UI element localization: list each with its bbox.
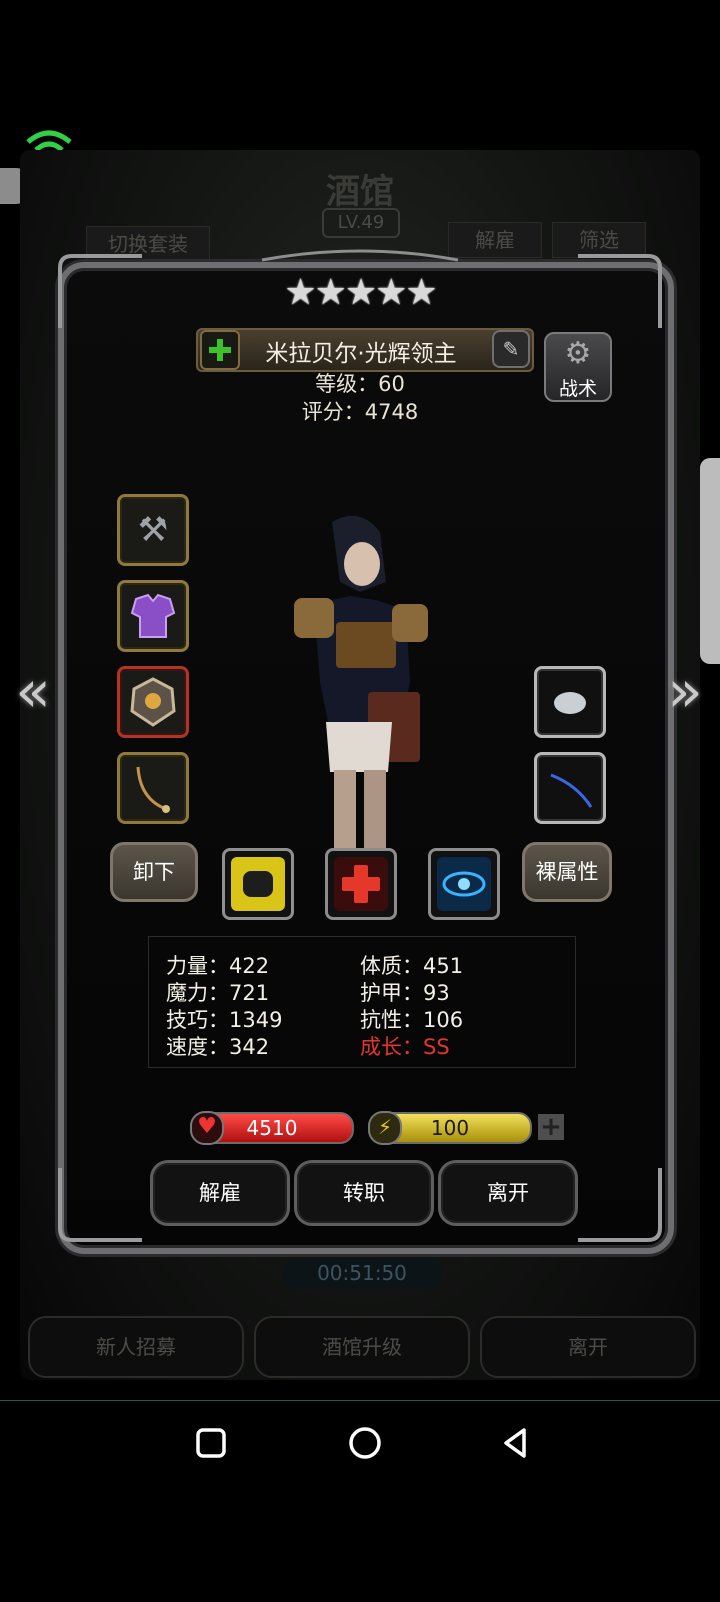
stat-skill: 技巧：1349 (166, 1008, 283, 1032)
fist-icon (231, 857, 285, 911)
weapon-slot[interactable]: ⚒ (117, 494, 189, 566)
tavern-timer: 00:51:50 (282, 1258, 442, 1288)
recruit-button: 新人招募 (28, 1316, 244, 1378)
stat-armor: 护甲：93 (360, 981, 450, 1005)
previous-hero-arrow[interactable]: « (6, 658, 60, 724)
stat-speed: 速度：342 (166, 1035, 270, 1059)
hero-name: 米拉贝尔·光辉领主 (265, 341, 457, 367)
gear-icon: ⚙ (564, 336, 592, 371)
skill-slot-1[interactable] (222, 848, 294, 920)
tavern-upgrade-button: 酒馆升级 (254, 1316, 470, 1378)
necklace-icon (136, 766, 170, 813)
dismiss-button[interactable]: 解雇 (150, 1160, 290, 1226)
heal-cross-icon (334, 857, 388, 911)
accessory-slot[interactable] (117, 666, 189, 738)
stat-magic: 魔力：721 (166, 981, 270, 1005)
back-icon[interactable] (492, 1420, 542, 1470)
stat-strength: 力量：422 (166, 954, 270, 978)
unequip-button[interactable]: 卸下 (110, 842, 198, 902)
home-icon[interactable] (340, 1420, 390, 1470)
nav-divider (0, 1400, 720, 1401)
stat-resistance: 抗性：106 (360, 1008, 464, 1032)
hammer-icon: ⚒ (137, 510, 169, 550)
skill-slot-2[interactable] (325, 848, 397, 920)
stat-constitution: 体质：451 (360, 954, 464, 978)
change-class-button[interactable]: 转职 (294, 1160, 434, 1226)
star-rating: ★★★★★ (284, 272, 437, 313)
edge-handle[interactable] (700, 458, 720, 664)
hero-score: 评分：4748 (301, 400, 419, 424)
armor-slot[interactable] (117, 580, 189, 652)
base-attribute-button[interactable]: 裸属性 (522, 842, 612, 902)
recent-apps-icon[interactable] (188, 1420, 238, 1470)
amulet-icon (130, 677, 176, 727)
skill-slot-3[interactable] (428, 848, 500, 920)
bg-leave-button: 离开 (480, 1316, 696, 1378)
tavern-level: LV.49 (322, 208, 400, 238)
stat-growth: 成长：SS (360, 1035, 450, 1059)
hero-level: 等级：60 (315, 372, 405, 396)
chest-armor-icon (130, 593, 176, 638)
add-icon[interactable] (200, 330, 240, 370)
feather-icon (550, 773, 593, 808)
stone-icon (554, 692, 586, 714)
tavern-title: 酒馆 (326, 172, 394, 212)
heart-icon: ♥ (190, 1111, 224, 1145)
gem-slot[interactable] (534, 666, 606, 738)
rune-slot[interactable] (534, 752, 606, 824)
edit-name-icon[interactable]: ✎ (492, 330, 530, 368)
add-energy-icon[interactable]: + (538, 1114, 564, 1140)
lightning-icon: ⚡ (368, 1111, 402, 1145)
next-hero-arrow[interactable]: » (658, 658, 712, 724)
eye-icon (437, 857, 491, 911)
necklace-slot[interactable] (117, 752, 189, 824)
leave-button[interactable]: 离开 (438, 1160, 578, 1226)
